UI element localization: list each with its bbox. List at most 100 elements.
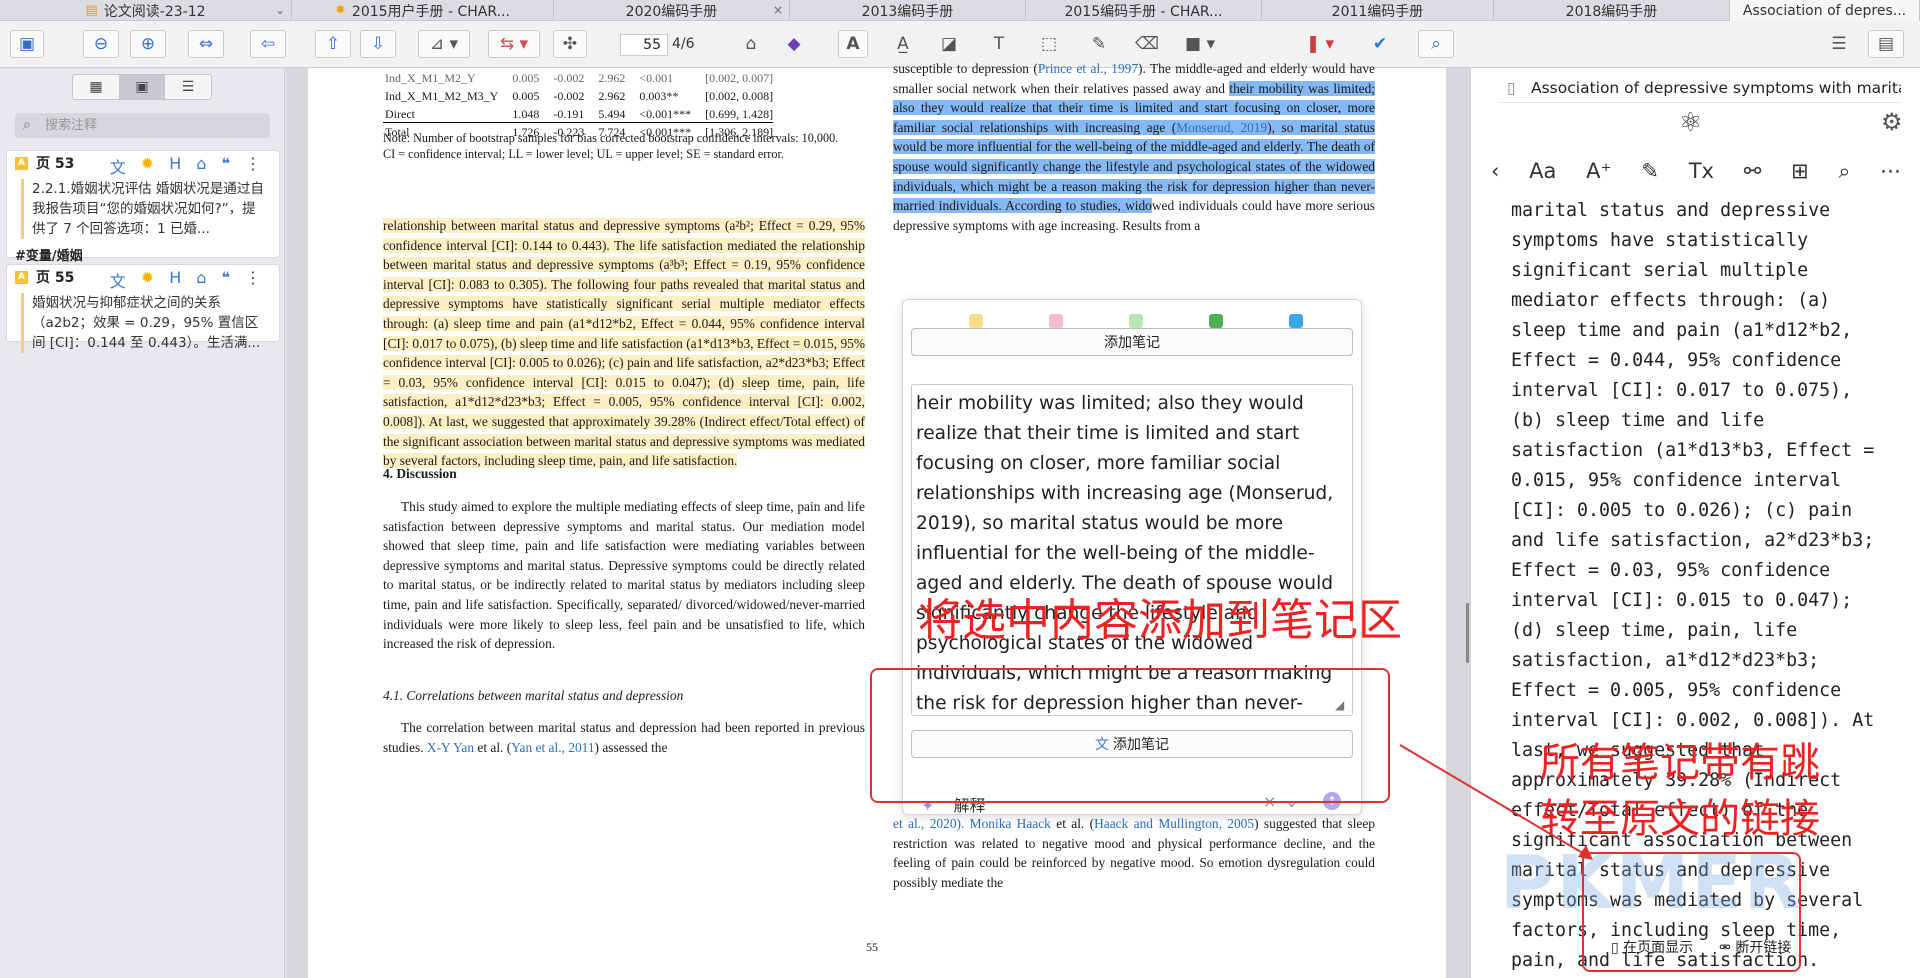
page-down-icon[interactable]: ⇩ <box>360 30 396 58</box>
annotation-text: 婚姻状况与抑郁症状之间的关系 （a2b2；效果 = 0.29，95% 置信区间 … <box>21 293 269 353</box>
tab-2015-codebook[interactable]: 2015编码手册 - CHAR... <box>1026 0 1262 21</box>
annotation-arrow <box>1399 744 1593 860</box>
translate-icon[interactable]: 文 <box>110 154 126 178</box>
eraser-icon[interactable]: ⌫ <box>1132 30 1162 58</box>
quote-icon[interactable]: ❝ <box>221 268 230 292</box>
heading-icon[interactable]: H <box>169 268 181 292</box>
chatgpt-icon[interactable]: ✣ <box>553 30 587 58</box>
sun-icon[interactable]: ✹ <box>141 268 154 292</box>
outline-icon[interactable]: ☰ <box>1824 30 1854 58</box>
quote-icon[interactable]: ❝ <box>221 154 230 178</box>
search-icon[interactable]: ⌕ <box>1418 30 1454 58</box>
annotation-text: 2.2.1.婚姻状况评估 婚姻状况是通过自我报告项目“您的婚姻状况如何?”，提供… <box>21 179 269 239</box>
add-note-button[interactable]: 添加笔记 <box>911 328 1353 356</box>
table-rule <box>383 122 773 123</box>
annotation-card[interactable]: A 页 55 文 ✹ H ⌂ ❝ ⋮ 婚姻状况与抑郁症状之间的关系 （a2b2；… <box>6 264 280 353</box>
page-up-icon[interactable]: ⇧ <box>315 30 351 58</box>
search-icon[interactable]: ⌕ <box>1838 159 1850 184</box>
tab-notes[interactable]: ▤ 论文阅读-23-12 ⌄ <box>0 0 292 21</box>
sun-icon: ✹ <box>335 3 346 18</box>
close-icon[interactable]: × <box>773 3 783 17</box>
heading-icon[interactable]: H <box>169 154 181 178</box>
link-icon[interactable]: ⚯ <box>1744 159 1762 183</box>
font-icon[interactable]: Aa <box>1529 159 1556 183</box>
annotation-search-input[interactable]: ⌕ 搜索注释 <box>15 113 270 138</box>
fit-width-icon[interactable]: ⇔ <box>188 30 224 58</box>
zoom-in-icon[interactable]: ⊕ <box>130 30 166 58</box>
highlight-type-icon: A <box>15 156 28 170</box>
color-swatch-green[interactable] <box>1209 314 1223 328</box>
notes-panel-icon[interactable]: ▤ <box>1868 30 1904 58</box>
insert-block-icon[interactable]: ⊞ <box>1791 159 1809 183</box>
sidebar-toggle-icon[interactable]: ▣ <box>10 30 44 58</box>
editor-toolbar: ‹ Aa A⁺ ✎ Tx ⚯ ⊞ ⌕ ⋯ <box>1491 156 1901 186</box>
chevron-down-icon[interactable]: ⌄ <box>275 3 285 17</box>
selected-text[interactable]: their mobility was limited; also they wo… <box>893 80 1375 214</box>
zoom-out-icon[interactable]: ⊖ <box>83 30 119 58</box>
section-heading: 4. Discussion <box>383 466 457 481</box>
back-icon[interactable]: ‹ <box>1491 159 1499 183</box>
right-column-paragraph: susceptible to depression (Prince et al.… <box>893 61 1375 233</box>
color-swatch-pink[interactable] <box>1049 314 1063 328</box>
highlighted-text[interactable]: relationship between marital status and … <box>383 218 865 469</box>
translate-icon[interactable]: 文 <box>110 268 126 292</box>
tab-2013-codebook[interactable]: 2013编码手册 <box>790 0 1026 21</box>
tab-2018-codebook[interactable]: 2018编码手册 <box>1494 0 1730 21</box>
search-icon: ⌕ <box>23 117 31 133</box>
tag-icon[interactable]: ⌂ <box>196 154 206 178</box>
font-size-icon[interactable]: A⁺ <box>1586 159 1611 183</box>
annotation-view-icon[interactable]: ▣ <box>119 75 165 99</box>
color-swatch-yellow[interactable] <box>969 314 983 328</box>
more-icon[interactable]: ⋮ <box>245 154 261 178</box>
view-mode-dropdown[interactable]: ⊿ ▾ <box>418 30 470 58</box>
text-tool-icon[interactable]: T <box>984 30 1014 58</box>
highlighter-icon[interactable]: ✎ <box>1641 159 1659 183</box>
tab-2015-user-manual[interactable]: ✹ 2015用户手册 - CHAR... <box>292 0 554 21</box>
gear-icon[interactable]: ⚙ <box>1881 108 1903 136</box>
pen-icon[interactable]: ✎ <box>1084 30 1114 58</box>
sun-icon[interactable]: ✹ <box>141 154 154 178</box>
bookmark-dropdown[interactable]: ❚ ▾ <box>1300 30 1340 58</box>
scrollbar-thumb[interactable] <box>1466 603 1469 663</box>
sidebar-view-switch: ▦ ▣ ☰ <box>72 74 212 100</box>
highlight-type-icon: A <box>15 270 28 284</box>
table-note: Note: Number of bootstrap samples for bi… <box>383 131 839 162</box>
right-column-bottom-paragraph: et al., 2020). Monika Haack et al. (Haac… <box>893 816 1376 890</box>
tag-icon[interactable]: ⌂ <box>737 30 765 58</box>
back-arrow-icon[interactable]: ⇦ <box>250 30 286 58</box>
page-total: 4/6 <box>672 36 695 52</box>
tab-2020-codebook[interactable]: 2020编码手册 × <box>554 0 790 21</box>
color-swatch-light-green[interactable] <box>1129 314 1143 328</box>
notebook-icon: ▤ <box>85 3 98 18</box>
checkmark-icon[interactable]: ✔ <box>1365 30 1395 58</box>
page-number: 55 <box>866 940 878 954</box>
highlight-box <box>870 668 1390 803</box>
more-icon[interactable]: ⋮ <box>245 268 261 292</box>
obsidian-icon[interactable]: ◆ <box>780 30 808 58</box>
note-textarea[interactable]: heir mobility was limited; also they wou… <box>911 384 1353 716</box>
tab-association-depressive[interactable]: Association of depres... <box>1730 0 1920 21</box>
more-icon[interactable]: ⋯ <box>1880 159 1901 183</box>
shape-icon[interactable]: ◪ <box>934 30 964 58</box>
thumbnail-view-icon[interactable]: ▦ <box>73 75 119 99</box>
annotation-sidebar: ▦ ▣ ☰ ⌕ 搜索注释 A 页 53 文 ✹ H ⌂ ❝ ⋮ 2.2.1.婚姻… <box>0 68 285 978</box>
card-actions: 文 ✹ H ⌂ ❝ ⋮ <box>110 154 261 178</box>
tag-icon[interactable]: ⌂ <box>196 268 206 292</box>
text-highlight-icon[interactable]: A <box>838 30 868 58</box>
graph-icon[interactable]: ⚛ <box>1679 108 1702 138</box>
correlation-paragraph: The correlation between marital status a… <box>383 720 865 755</box>
tab-bar: ▤ 论文阅读-23-12 ⌄ ✹ 2015用户手册 - CHAR... 2020… <box>0 0 1920 21</box>
sync-dropdown[interactable]: ⇆ ▾ <box>488 30 540 58</box>
area-select-icon[interactable]: ⬚ <box>1034 30 1064 58</box>
tab-2011-codebook[interactable]: 2011编码手册 <box>1262 0 1494 21</box>
outline-view-icon[interactable]: ☰ <box>165 75 211 99</box>
annotation-card[interactable]: A 页 53 文 ✹ H ⌂ ❝ ⋮ 2.2.1.婚姻状况评估 婚姻状况是通过自… <box>6 150 280 264</box>
subsection-heading: 4.1. Correlations between marital status… <box>383 688 684 703</box>
underline-icon[interactable]: A̲ <box>888 30 918 58</box>
color-dropdown[interactable]: ■ ▾ <box>1180 30 1220 58</box>
clear-format-icon[interactable]: Tx <box>1689 159 1714 183</box>
color-swatch-blue[interactable] <box>1289 314 1303 328</box>
card-actions: 文 ✹ H ⌂ ❝ ⋮ <box>110 268 261 292</box>
page-number-input[interactable]: 55 <box>620 34 668 56</box>
annotation-label: 将选中内容添加到笔记区 <box>918 595 1402 646</box>
